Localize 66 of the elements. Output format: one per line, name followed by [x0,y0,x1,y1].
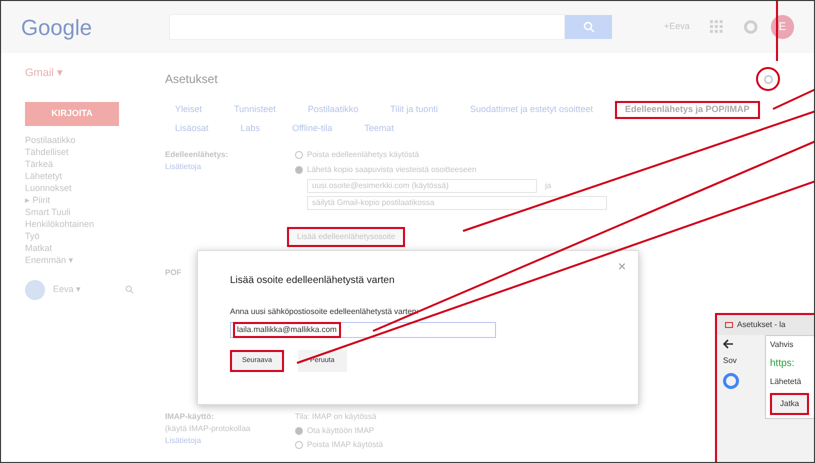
action-select[interactable]: säilytä Gmail-kopio postilaatikossa [307,196,607,210]
app-menu[interactable]: Gmail ▾ [25,65,151,82]
sidebar-item[interactable]: Postilaatikko [25,134,151,146]
sidebar-item[interactable]: Henkilökohtainen [25,218,151,230]
page-title: Asetukset [165,71,218,88]
back-arrow-icon[interactable] [723,339,734,349]
search-icon [582,21,595,33]
bookmark-item[interactable]: Sov [723,355,737,367]
sidebar-item[interactable]: Tähdelliset [25,146,151,158]
popup-message: Lähetetä [770,376,802,388]
section-label: Edelleenlähetys: [165,149,230,161]
radio-button[interactable] [295,441,303,449]
user-avatar-icon [25,280,45,300]
compose-button[interactable]: KIRJOITA [25,102,119,126]
logo: Google [21,14,93,42]
settings-tab[interactable]: Tilit ja tuonti [380,101,448,118]
settings-tab[interactable]: Edelleenlähetys ja POP/IMAP [615,101,760,118]
avatar[interactable]: E [770,15,794,39]
section-label: IMAP-käyttö: [165,411,215,423]
radio-label: Poista edelleenlähetys käytöstä [307,149,420,161]
sidebar-item[interactable]: Työ [25,230,151,242]
radio-button[interactable] [295,151,303,159]
imap-status: Tila: IMAP on käytössä [295,411,378,423]
email-input[interactable]: laila.mallikka@mallikka.com [230,322,496,338]
url-text: https: [770,357,796,371]
sidebar-item[interactable]: Enemmän ▾ [25,254,151,266]
sidebar-item[interactable]: Tärkeä [25,158,151,170]
section-note: (käytä IMAP-protokollaa [165,423,252,435]
radio-button[interactable] [295,166,303,174]
settings-tab[interactable]: Teemat [354,120,404,137]
user-menu[interactable]: Eeva ▾ [53,282,82,296]
settings-tab[interactable]: Suodattimet ja estetyt osoitteet [460,101,604,118]
google-logo-icon [723,373,739,389]
sidebar-item[interactable]: Smart Tuuli [25,206,151,218]
email-value: laila.mallikka@mallikka.com [233,322,341,338]
continue-button[interactable]: Jatka [770,393,810,415]
search-field[interactable] [168,14,566,40]
radio-button[interactable] [295,427,303,435]
learn-more-link[interactable]: Lisätietoja [165,435,295,447]
search-icon[interactable] [125,285,134,294]
radio-label: Lähetä kopio saapuvista viesteistä osoitteeseen [307,164,476,176]
settings-tab[interactable]: Tunnisteet [224,101,286,118]
section-label: POF [165,268,182,277]
sidebar-item[interactable]: ▸ Piirit [25,194,151,206]
sidebar-item[interactable]: Matkat [25,242,151,254]
address-select[interactable]: uusi.osoite@esimerkki.com (käytössä) [307,179,537,193]
dialog-title: Lisää osoite edelleenlähetystä varten [230,274,396,288]
learn-more-link[interactable]: Lisätietoja [165,161,295,173]
settings-tab[interactable]: Yleiset [165,101,212,118]
settings-tab[interactable]: Offline-tila [282,120,342,137]
sidebar-item[interactable]: Lähetetyt [25,170,151,182]
settings-tab[interactable]: Labs [230,120,270,137]
settings-icon[interactable] [762,74,774,84]
radio-label: Ota käyttöön IMAP [307,425,374,437]
leader-line [776,1,778,61]
apps-grid-icon[interactable] [710,20,724,34]
popup-title: Vahvis [770,339,794,351]
radio-label: Poista IMAP käytöstä [307,439,383,451]
settings-tab[interactable]: Lisäosat [165,120,219,137]
settings-tab[interactable]: Postilaatikko [298,101,368,118]
settings-icon[interactable] [743,19,759,35]
sidebar-item[interactable]: Luonnokset [25,182,151,194]
connector-text: ja [545,180,552,192]
gmail-icon [725,322,733,328]
close-button[interactable]: × [618,259,626,273]
search-button[interactable] [565,15,612,39]
